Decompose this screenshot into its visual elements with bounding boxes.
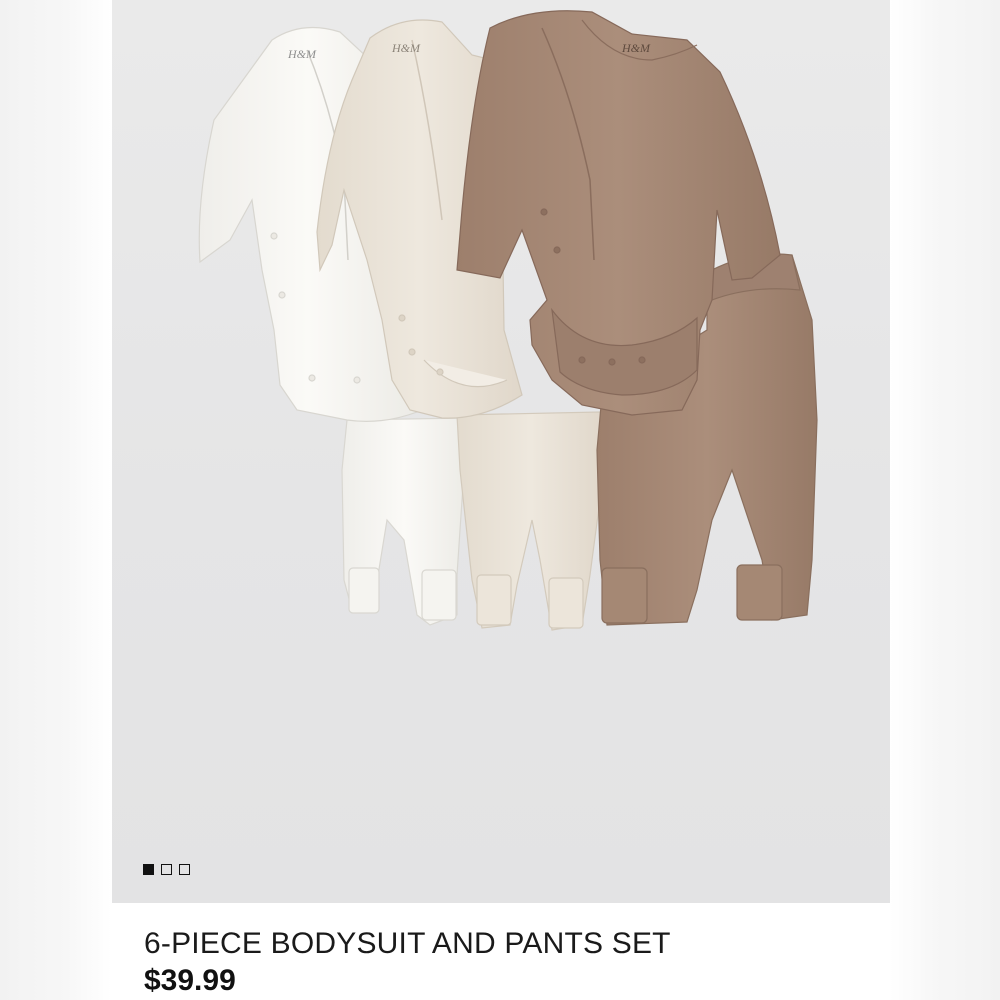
product-image[interactable]: H&M H&M H&M [112, 0, 890, 903]
carousel-dot-3[interactable] [179, 864, 190, 875]
carousel-dot-1[interactable] [143, 864, 154, 875]
svg-text:H&M: H&M [621, 41, 651, 55]
product-title[interactable]: 6-PIECE BODYSUIT AND PANTS SET [144, 925, 671, 963]
product-price: $39.99 [144, 964, 236, 997]
product-card[interactable]: H&M H&M H&M 6-PIECE BODYSUIT AND PANTS S… [112, 0, 890, 1000]
garments-illustration: H&M H&M H&M [198, 10, 818, 631]
svg-text:H&M: H&M [391, 41, 421, 55]
left-backdrop [0, 0, 112, 1000]
cream-pants [456, 411, 605, 631]
product-info: 6-PIECE BODYSUIT AND PANTS SET $39.99 [144, 925, 671, 999]
right-backdrop [890, 0, 1000, 1000]
white-pants [341, 417, 468, 626]
svg-text:H&M: H&M [287, 47, 317, 61]
carousel-indicator [143, 864, 190, 875]
carousel-dot-2[interactable] [161, 864, 172, 875]
